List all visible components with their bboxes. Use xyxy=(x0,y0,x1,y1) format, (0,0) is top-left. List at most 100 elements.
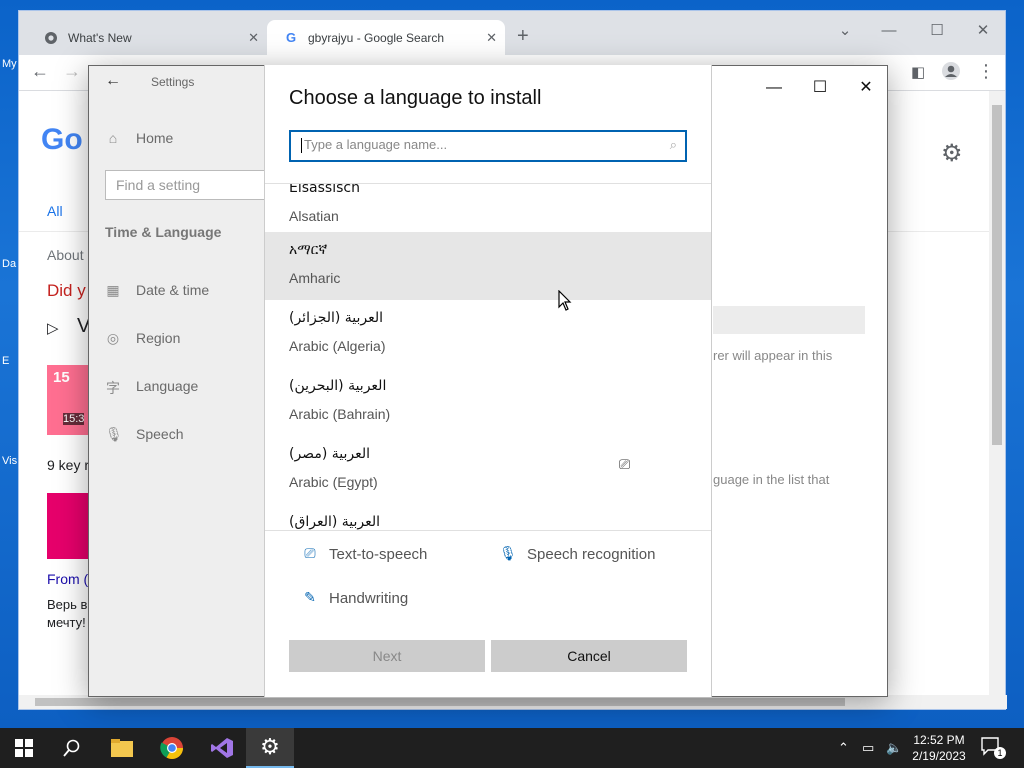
tab-google-search[interactable]: G gbyrajyu - Google Search ✕ xyxy=(267,20,505,55)
profile-icon[interactable] xyxy=(941,61,961,86)
settings-gear-icon[interactable]: ⚙ xyxy=(246,728,294,768)
google-logo[interactable]: Go xyxy=(41,123,83,157)
forward-arrow-icon[interactable]: → xyxy=(63,61,81,82)
chrome-icon[interactable] xyxy=(148,728,196,768)
find-setting-input[interactable]: Find a setting xyxy=(105,170,275,200)
result-snippet-line1: Верь в xyxy=(47,597,88,612)
list-item[interactable]: العربية (الجزائر) Arabic (Algeria) xyxy=(265,300,711,368)
tab-whats-new[interactable]: What's New ✕ xyxy=(27,20,267,55)
visual-studio-icon[interactable] xyxy=(198,728,246,768)
feature-text-to-speech: ⎚ Text-to-speech xyxy=(301,545,427,563)
nav-home-label: Home xyxy=(136,130,174,146)
cancel-button[interactable]: Cancel xyxy=(491,640,687,672)
background-panel xyxy=(713,306,865,334)
microphone-icon: 🎙 xyxy=(499,545,517,561)
find-placeholder: Find a setting xyxy=(116,177,201,193)
feature-label: Speech recognition xyxy=(527,545,656,563)
language-native-name: العربية (البحرين) xyxy=(289,378,387,394)
desktop-label-vis[interactable]: Vis xyxy=(2,455,17,467)
nav-date-time[interactable]: ▦ Date & time xyxy=(105,282,209,298)
taskbar: ⚙ ⌃ ▭ 🔈 12:52 PM 2/19/2023 1 xyxy=(0,728,1024,768)
chevron-up-icon[interactable]: ⌃ xyxy=(838,740,849,756)
nav-region[interactable]: ◎ Region xyxy=(105,330,180,346)
home-icon: ⌂ xyxy=(108,130,118,146)
result-link[interactable]: From ( xyxy=(47,571,88,587)
nav-label: Language xyxy=(136,378,199,394)
horizontal-scrollbar[interactable] xyxy=(19,695,1007,709)
feature-label: Handwriting xyxy=(329,589,409,607)
maximize-button[interactable]: ☐ xyxy=(917,17,957,45)
desktop-label-e[interactable]: E xyxy=(2,355,9,367)
about-results: About xyxy=(47,247,84,263)
clock[interactable]: 12:52 PM 2/19/2023 xyxy=(906,732,972,764)
language-native-name: العربية (العراق) xyxy=(289,514,381,530)
list-item[interactable]: العربية (البحرين) Arabic (Bahrain) xyxy=(265,368,711,436)
minimize-button[interactable]: — xyxy=(869,17,909,45)
video-thumbnail[interactable]: 15 15:3 xyxy=(47,365,89,435)
background-text-2: guage in the list that xyxy=(713,472,830,487)
back-arrow-icon[interactable]: ← xyxy=(31,61,49,82)
language-english-name: Arabic (Egypt) xyxy=(289,474,378,490)
side-panel-icon[interactable]: ◧ xyxy=(911,63,925,81)
search-icon: ⌕ xyxy=(669,137,677,152)
search-icon[interactable] xyxy=(48,728,96,768)
back-arrow-icon[interactable]: ← xyxy=(105,72,121,90)
language-list[interactable]: Elsässisch Alsatian አማርኛ Amharic العربية… xyxy=(265,183,711,531)
list-item[interactable]: العربية (مصر) Arabic (Egypt) ⎚ xyxy=(265,436,711,504)
list-item[interactable]: العربية (العراق) xyxy=(265,504,711,530)
desktop-label-my[interactable]: My xyxy=(2,58,17,70)
next-button[interactable]: Next xyxy=(289,640,485,672)
start-button[interactable] xyxy=(0,728,48,768)
list-item-selected[interactable]: አማርኛ Amharic xyxy=(265,232,711,300)
chrome-menu-icon[interactable]: ⋮ xyxy=(977,61,995,82)
nav-home[interactable]: ⌂ Home xyxy=(105,130,174,146)
tab-search-icon[interactable]: ⌄ xyxy=(825,17,865,45)
tab-all[interactable]: All xyxy=(47,203,63,219)
close-window-button[interactable]: ✕ xyxy=(963,17,1003,45)
settings-minimize-button[interactable]: — xyxy=(751,74,797,102)
settings-header: Settings xyxy=(151,75,195,89)
notification-count: 1 xyxy=(994,747,1006,759)
did-you-mean[interactable]: Did y xyxy=(47,281,86,301)
network-icon[interactable]: ▭ xyxy=(862,740,874,756)
language-icon: 字 xyxy=(106,380,120,396)
notification-icon[interactable]: 1 xyxy=(980,736,1006,760)
video-duration: 15:3 xyxy=(63,413,85,425)
mouse-cursor-icon xyxy=(558,290,572,311)
result-snippet-line2: мечту! xyxy=(47,615,86,630)
scroll-thumb[interactable] xyxy=(992,105,1002,445)
feature-speech-recognition: 🎙 Speech recognition xyxy=(499,545,655,563)
nav-label: Date & time xyxy=(136,282,210,298)
language-search-input[interactable]: Type a language name... ⌕ xyxy=(289,130,687,162)
dialog-title: Choose a language to install xyxy=(289,87,542,109)
pen-icon: ✎ xyxy=(304,589,316,605)
nav-language[interactable]: 字 Language xyxy=(105,378,199,396)
search-placeholder: Type a language name... xyxy=(304,137,448,152)
volume-icon[interactable]: 🔈 xyxy=(886,740,902,756)
globe-icon: ◎ xyxy=(106,330,120,346)
video-thumbnail-2[interactable] xyxy=(47,493,89,559)
file-explorer-icon[interactable] xyxy=(98,728,146,768)
language-native-name: العربية (الجزائر) xyxy=(289,310,384,326)
key-result-text[interactable]: 9 key r xyxy=(47,457,89,473)
language-english-name: Arabic (Bahrain) xyxy=(289,406,391,422)
tab-strip: What's New ✕ G gbyrajyu - Google Search … xyxy=(19,11,1005,55)
close-tab-icon[interactable]: ✕ xyxy=(248,30,259,46)
background-text-1: rer will appear in this xyxy=(713,348,833,363)
new-tab-button[interactable]: + xyxy=(517,25,529,48)
close-tab-icon[interactable]: ✕ xyxy=(486,30,497,46)
google-favicon-icon: G xyxy=(285,30,297,45)
nav-speech[interactable]: 🎙 Speech xyxy=(105,426,183,442)
language-native-name: አማርኛ xyxy=(289,242,328,258)
scroll-thumb[interactable] xyxy=(35,698,845,706)
settings-gear-icon[interactable]: ⚙ xyxy=(941,139,963,168)
list-item[interactable]: Elsässisch Alsatian xyxy=(265,184,711,238)
settings-maximize-button[interactable]: ☐ xyxy=(797,74,843,102)
language-english-name: Alsatian xyxy=(289,208,339,224)
text-to-speech-icon: ⎚ xyxy=(304,545,316,561)
vertical-scrollbar[interactable] xyxy=(989,91,1005,697)
calendar-icon: ▦ xyxy=(106,282,120,298)
text-to-speech-icon: ⎚ xyxy=(619,456,631,472)
settings-close-button[interactable]: ✕ xyxy=(843,74,889,102)
desktop-label-da[interactable]: Da xyxy=(2,258,16,270)
